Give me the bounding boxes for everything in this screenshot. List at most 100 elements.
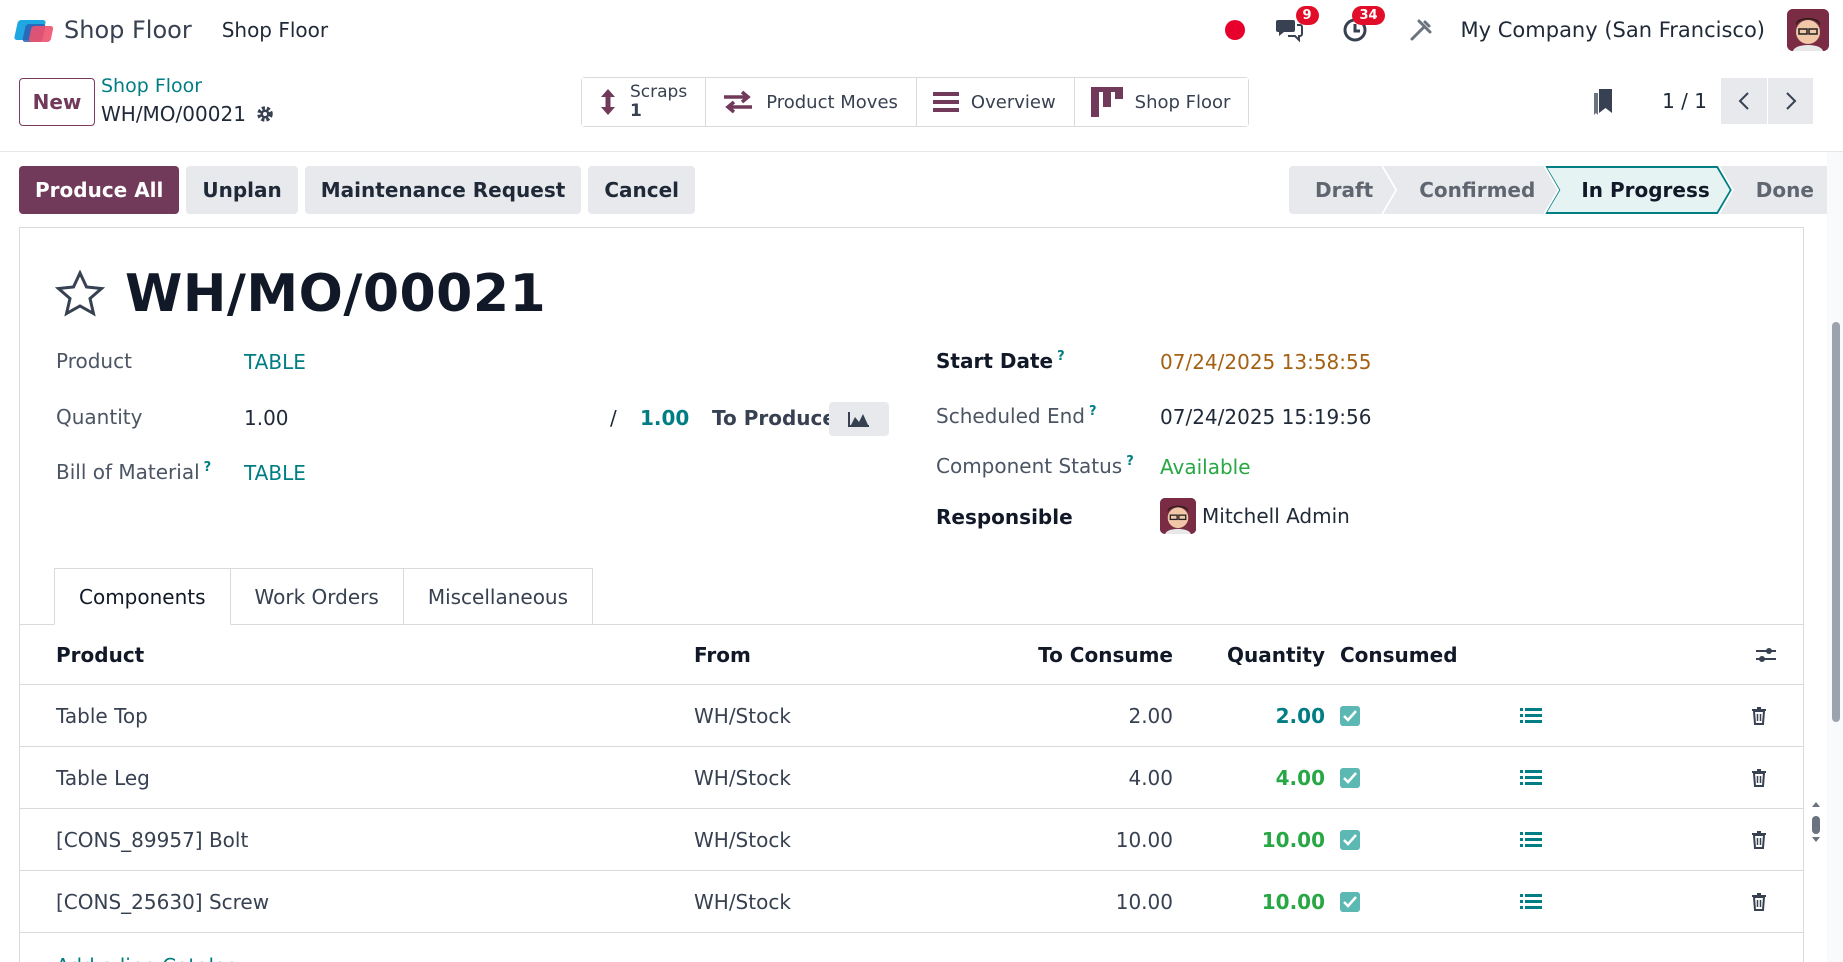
- row-product[interactable]: Table Leg: [56, 747, 150, 808]
- stage-confirmed[interactable]: Confirmed: [1383, 166, 1557, 214]
- detailed-operations-button[interactable]: [1520, 685, 1542, 746]
- cancel-button[interactable]: Cancel: [588, 166, 695, 214]
- row-consumed-checkbox[interactable]: [1340, 685, 1360, 746]
- breadcrumb-current: WH/MO/00021: [101, 102, 274, 126]
- detailed-operations-button[interactable]: [1520, 871, 1542, 932]
- delete-row-button[interactable]: [1751, 685, 1767, 746]
- row-product[interactable]: [CONS_25630] Screw: [56, 871, 269, 932]
- row-from[interactable]: WH/Stock: [694, 809, 791, 870]
- activity-button[interactable]: 34: [1339, 6, 1385, 46]
- scroll-thumb[interactable]: [1832, 322, 1840, 722]
- row-consumed-checkbox[interactable]: [1340, 871, 1360, 932]
- help-icon[interactable]: ?: [204, 460, 212, 475]
- pager-value[interactable]: 1 / 1: [1662, 89, 1707, 113]
- product-field[interactable]: TABLE: [244, 350, 306, 374]
- tab-miscellaneous[interactable]: Miscellaneous: [402, 568, 594, 625]
- scraps-smart-button[interactable]: Scraps 1: [582, 78, 707, 126]
- row-to-consume: 2.00: [1128, 703, 1173, 728]
- produce-all-button[interactable]: Produce All: [19, 166, 180, 214]
- page-scrollbar[interactable]: [1827, 152, 1843, 962]
- add-line-link[interactable]: Add a line Catalog: [56, 954, 239, 962]
- quantity-field[interactable]: 1.00: [244, 406, 289, 430]
- activity-badge: 34: [1352, 6, 1385, 25]
- company-switcher[interactable]: My Company (San Francisco): [1461, 18, 1765, 42]
- user-avatar[interactable]: [1787, 9, 1829, 51]
- debug-tools-button[interactable]: [1405, 14, 1437, 46]
- row-quantity[interactable]: 2.00: [1276, 685, 1325, 746]
- delete-row-button[interactable]: [1751, 747, 1767, 808]
- row-from[interactable]: WH/Stock: [694, 685, 791, 746]
- col-quantity[interactable]: Quantity: [1227, 625, 1325, 684]
- row-quantity[interactable]: 4.00: [1276, 747, 1325, 808]
- chat-badge: 9: [1295, 6, 1319, 25]
- list-icon: [932, 92, 959, 112]
- menu-item-shop-floor[interactable]: Shop Floor: [222, 18, 328, 42]
- check-icon: [1343, 833, 1357, 846]
- tab-components[interactable]: Components: [54, 568, 231, 625]
- scheduled-end-field[interactable]: 07/24/2025 15:19:56: [1160, 405, 1371, 429]
- quantity-separator: /: [610, 406, 617, 430]
- stage-label: In Progress: [1581, 178, 1710, 202]
- responsible-field[interactable]: Mitchell Admin: [1160, 498, 1350, 534]
- overview-smart-button[interactable]: Overview: [916, 78, 1075, 126]
- row-quantity[interactable]: 10.00: [1262, 809, 1325, 870]
- table-row[interactable]: [CONS_89957] Bolt WH/Stock 10.00 10.00: [20, 809, 1803, 871]
- breadcrumb-shop-floor[interactable]: Shop Floor: [101, 75, 202, 97]
- table-row[interactable]: Table Leg WH/Stock 4.00 4.00: [20, 747, 1803, 809]
- table-row[interactable]: [CONS_25630] Screw WH/Stock 10.00 10.00: [20, 871, 1803, 933]
- forecast-button[interactable]: [829, 402, 889, 436]
- row-product[interactable]: Table Top: [56, 685, 148, 746]
- detailed-operations-button[interactable]: [1520, 809, 1542, 870]
- col-product[interactable]: Product: [56, 625, 144, 684]
- table-header: Product From To Consume Quantity Consume…: [20, 625, 1803, 685]
- tab-work-orders[interactable]: Work Orders: [229, 568, 404, 625]
- inner-scrollbar[interactable]: [1811, 802, 1821, 842]
- bookmark-icon[interactable]: [1592, 87, 1614, 115]
- help-icon[interactable]: ?: [1057, 349, 1065, 364]
- check-icon: [1343, 709, 1357, 722]
- col-to-consume[interactable]: To Consume: [1038, 625, 1173, 684]
- delete-row-button[interactable]: [1751, 871, 1767, 932]
- start-date-field[interactable]: 07/24/2025 13:58:55: [1160, 350, 1371, 374]
- scheduled-end-label-wrap: Scheduled End?: [936, 404, 1097, 428]
- pager-previous-button[interactable]: [1721, 78, 1767, 124]
- smart-buttons: Scraps 1 Product Moves Overview Shop Flo…: [581, 77, 1250, 127]
- bom-field[interactable]: TABLE: [244, 461, 306, 485]
- app-name[interactable]: Shop Floor: [64, 16, 192, 44]
- row-from[interactable]: WH/Stock: [694, 747, 791, 808]
- row-from[interactable]: WH/Stock: [694, 871, 791, 932]
- quantity-target[interactable]: 1.00: [640, 406, 689, 430]
- optional-columns-button[interactable]: [1755, 625, 1777, 684]
- responsible-name: Mitchell Admin: [1202, 504, 1350, 528]
- star-icon[interactable]: [55, 270, 105, 318]
- delete-row-button[interactable]: [1751, 809, 1767, 870]
- col-from[interactable]: From: [694, 625, 751, 684]
- pager-next-button[interactable]: [1767, 78, 1813, 124]
- new-button[interactable]: New: [19, 78, 95, 126]
- kanban-icon: [1090, 87, 1123, 117]
- chat-button[interactable]: 9: [1273, 6, 1319, 46]
- help-icon[interactable]: ?: [1089, 404, 1097, 419]
- unplan-button[interactable]: Unplan: [186, 166, 298, 214]
- stage-in-progress[interactable]: In Progress: [1545, 166, 1731, 214]
- shop-floor-smart-button[interactable]: Shop Floor: [1074, 78, 1249, 126]
- scraps-count: 1: [630, 101, 642, 121]
- component-status-label-wrap: Component Status?: [936, 454, 1134, 478]
- shop-floor-app-icon[interactable]: [13, 16, 54, 44]
- stage-draft[interactable]: Draft: [1289, 166, 1395, 214]
- table-row[interactable]: Table Top WH/Stock 2.00 2.00: [20, 685, 1803, 747]
- stage-done[interactable]: Done: [1719, 166, 1840, 214]
- responsible-avatar: [1160, 498, 1196, 534]
- row-product[interactable]: [CONS_89957] Bolt: [56, 809, 248, 870]
- help-icon[interactable]: ?: [1126, 454, 1134, 469]
- recording-indicator-icon[interactable]: [1224, 20, 1245, 40]
- bom-label-wrap: Bill of Material?: [56, 460, 211, 484]
- row-consumed-checkbox[interactable]: [1340, 809, 1360, 870]
- detailed-operations-button[interactable]: [1520, 747, 1542, 808]
- gear-icon[interactable]: [256, 105, 274, 123]
- product-moves-smart-button[interactable]: Product Moves: [706, 78, 917, 126]
- col-consumed[interactable]: Consumed: [1340, 625, 1458, 684]
- row-quantity[interactable]: 10.00: [1262, 871, 1325, 932]
- row-consumed-checkbox[interactable]: [1340, 747, 1360, 808]
- maintenance-request-button[interactable]: Maintenance Request: [304, 166, 582, 214]
